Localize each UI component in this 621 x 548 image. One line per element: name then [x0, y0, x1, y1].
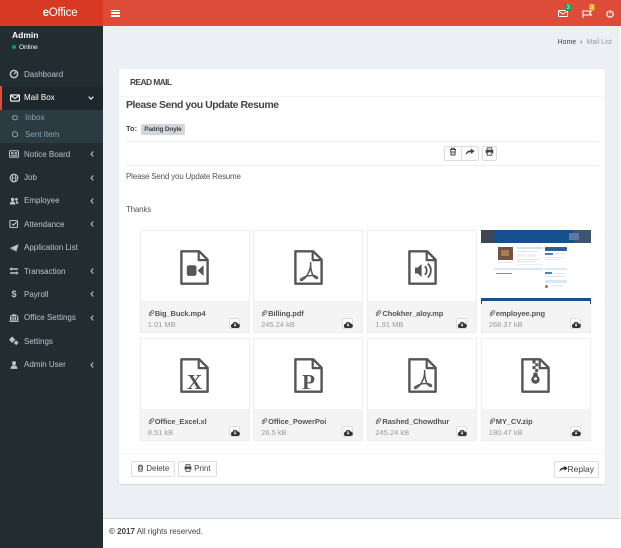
svg-text:P: P	[302, 370, 315, 393]
svg-text:X: X	[187, 370, 202, 393]
svg-text:$: $	[11, 290, 16, 299]
